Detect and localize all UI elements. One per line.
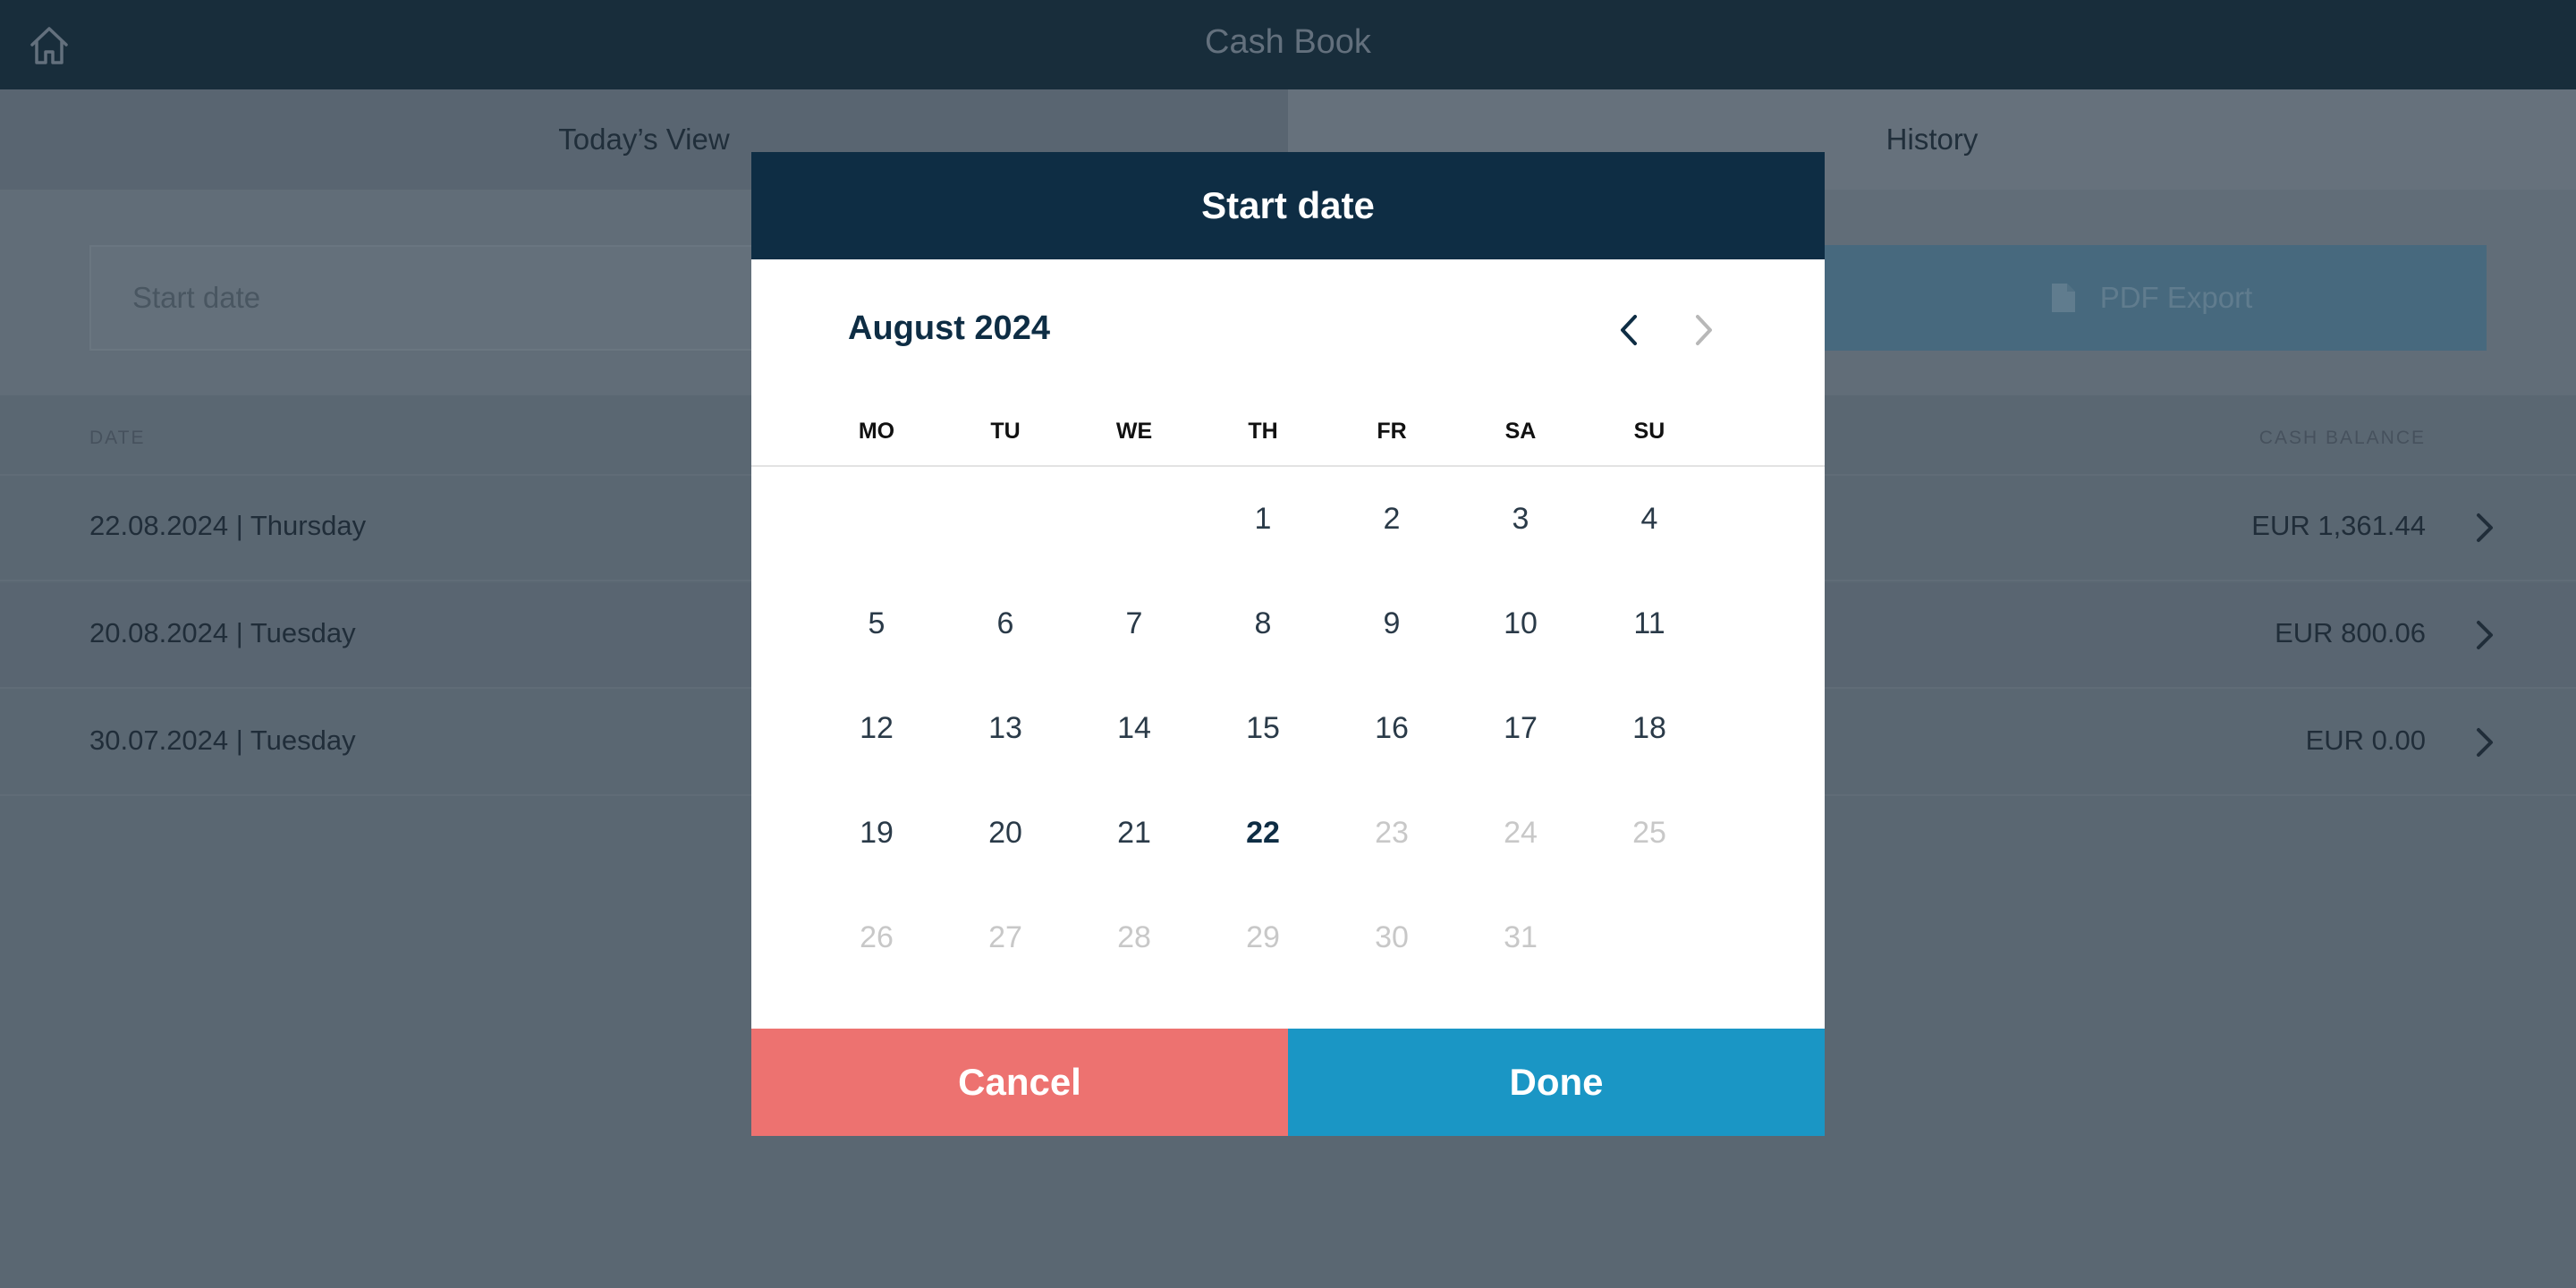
date-picker-dialog: Start date August 2024 MO TU WE TH FR SA… xyxy=(751,152,1825,1136)
calendar-day[interactable]: 21 xyxy=(1070,781,1199,886)
calendar-day[interactable]: 5 xyxy=(812,572,941,676)
calendar-day[interactable]: 2 xyxy=(1327,467,1456,572)
calendar-day[interactable]: 15 xyxy=(1199,676,1327,781)
calendar-day[interactable]: 4 xyxy=(1585,467,1714,572)
calendar-day[interactable]: 8 xyxy=(1199,572,1327,676)
calendar-day: 27 xyxy=(988,920,1022,954)
weekday-header: MO TU WE TH FR SA SU xyxy=(812,419,1714,445)
next-month-button[interactable] xyxy=(1683,309,1724,351)
previous-month-button[interactable] xyxy=(1608,309,1649,351)
calendar-day: 26 xyxy=(860,920,894,954)
calendar-day[interactable]: 20 xyxy=(941,781,1070,886)
calendar-blank xyxy=(941,467,1070,572)
calendar-day[interactable]: 10 xyxy=(1456,572,1585,676)
calendar-blank xyxy=(1070,467,1199,572)
calendar-day-today[interactable]: 22 xyxy=(1199,781,1327,886)
calendar-day: 28 xyxy=(1117,920,1151,954)
chevron-right-icon xyxy=(1696,315,1712,345)
done-button[interactable]: Done xyxy=(1288,1029,1825,1136)
calendar-day[interactable]: 18 xyxy=(1585,676,1714,781)
calendar-day[interactable]: 19 xyxy=(812,781,941,886)
weekday-label: FR xyxy=(1377,419,1407,444)
calendar-day[interactable]: 17 xyxy=(1456,676,1585,781)
calendar-day: 25 xyxy=(1632,816,1666,850)
month-label: August 2024 xyxy=(848,309,1050,347)
weekday-label: TH xyxy=(1248,419,1278,444)
calendar-day[interactable]: 12 xyxy=(812,676,941,781)
dialog-title: Start date xyxy=(751,152,1825,259)
calendar-day-grid: 1 2 3 4 5 6 7 8 9 10 11 12 13 14 15 16 17 18 19 20 21 22 23 24 2… xyxy=(812,467,1714,990)
chevron-left-icon xyxy=(1621,315,1637,345)
weekday-label: TU xyxy=(990,419,1021,444)
cancel-button[interactable]: Cancel xyxy=(751,1029,1288,1136)
weekday-label: SU xyxy=(1633,419,1665,444)
weekday-label: MO xyxy=(858,419,895,444)
calendar-day[interactable]: 9 xyxy=(1327,572,1456,676)
calendar-day[interactable]: 3 xyxy=(1456,467,1585,572)
calendar-blank xyxy=(812,467,941,572)
calendar-day: 30 xyxy=(1375,920,1409,954)
weekday-label: SA xyxy=(1504,419,1537,444)
calendar-day: 29 xyxy=(1246,920,1280,954)
calendar-day[interactable]: 13 xyxy=(941,676,1070,781)
calendar-day[interactable]: 11 xyxy=(1585,572,1714,676)
calendar-day[interactable]: 16 xyxy=(1327,676,1456,781)
calendar-day[interactable]: 7 xyxy=(1070,572,1199,676)
calendar-day: 24 xyxy=(1504,816,1538,850)
calendar-day: 23 xyxy=(1375,816,1409,850)
calendar-day[interactable]: 1 xyxy=(1199,467,1327,572)
calendar-day[interactable]: 6 xyxy=(941,572,1070,676)
calendar-day[interactable]: 14 xyxy=(1070,676,1199,781)
weekday-label: WE xyxy=(1115,419,1153,444)
calendar-day: 31 xyxy=(1504,920,1538,954)
